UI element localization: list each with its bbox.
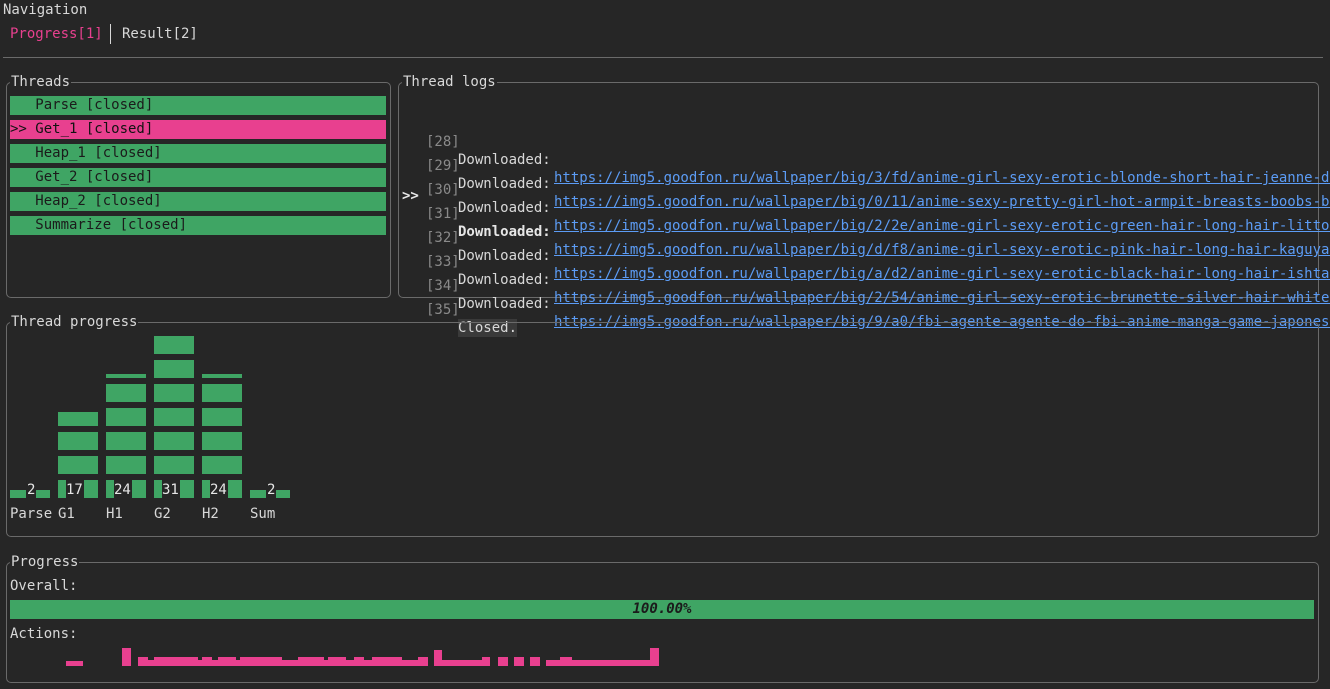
nav-separator bbox=[3, 57, 1323, 58]
overall-label: Overall: bbox=[10, 578, 78, 594]
log-row[interactable]: [33] Downloaded: https://img5.goodfon.ru… bbox=[0, 217, 1330, 306]
action-mark bbox=[282, 660, 298, 666]
thread-item-heap-1[interactable]: Heap_1 [closed] bbox=[10, 144, 386, 163]
log-text: Downloaded: bbox=[458, 248, 560, 264]
thread-item-get-1[interactable]: >> Get_1 [closed] bbox=[10, 120, 386, 139]
overall-gauge: 100.00% bbox=[10, 600, 1314, 619]
action-mark bbox=[364, 660, 372, 666]
log-text: Downloaded: bbox=[458, 176, 560, 192]
thread-item-heap-2[interactable]: Heap_2 [closed] bbox=[10, 192, 386, 211]
action-mark bbox=[202, 657, 212, 666]
log-row-selected[interactable]: >> [31] Downloaded: https://img5.goodfon… bbox=[0, 169, 1330, 258]
overall-gauge-percent: 100.00% bbox=[632, 601, 692, 617]
action-mark bbox=[372, 657, 402, 666]
progress-title: Progress bbox=[10, 554, 80, 570]
log-text: Downloaded: bbox=[458, 152, 560, 168]
action-mark bbox=[482, 657, 490, 666]
thread-item-get-2[interactable]: Get_2 [closed] bbox=[10, 168, 386, 187]
action-mark bbox=[122, 648, 131, 666]
action-mark bbox=[560, 657, 572, 666]
log-link[interactable]: https://img5.goodfon.ru/wallpaper/big/3/… bbox=[554, 169, 1330, 187]
log-row[interactable]: [32] Downloaded: https://img5.goodfon.ru… bbox=[0, 193, 1330, 282]
action-mark bbox=[154, 657, 198, 666]
thread-item-summarize[interactable]: Summarize [closed] bbox=[10, 216, 386, 235]
thread-progress-panel bbox=[6, 322, 1319, 537]
action-mark bbox=[328, 657, 346, 666]
log-row[interactable]: [35] Closed. bbox=[0, 265, 518, 337]
action-mark bbox=[298, 657, 324, 666]
actions-label: Actions: bbox=[10, 626, 78, 642]
log-number: [31] bbox=[426, 206, 460, 222]
action-mark bbox=[572, 660, 650, 666]
action-mark bbox=[498, 657, 508, 666]
log-number: [28] bbox=[426, 134, 460, 150]
action-mark bbox=[218, 657, 236, 666]
log-link[interactable]: https://img5.goodfon.ru/wallpaper/big/2/… bbox=[554, 217, 1330, 235]
action-mark bbox=[546, 660, 560, 666]
action-mark bbox=[66, 661, 83, 666]
action-mark bbox=[402, 660, 418, 666]
log-number: [33] bbox=[426, 254, 460, 270]
threads-title: Threads bbox=[10, 74, 72, 90]
action-mark bbox=[418, 657, 428, 666]
action-mark bbox=[650, 648, 659, 666]
thread-progress-title: Thread progress bbox=[10, 314, 139, 330]
log-number: [32] bbox=[426, 230, 460, 246]
action-mark bbox=[346, 660, 354, 666]
log-text: Downloaded: bbox=[458, 272, 560, 288]
thread-logs-title: Thread logs bbox=[402, 74, 497, 90]
log-row[interactable]: [28] Downloaded: https://img5.goodfon.ru… bbox=[0, 97, 1330, 186]
log-link[interactable]: https://img5.goodfon.ru/wallpaper/big/a/… bbox=[554, 265, 1330, 283]
log-number: [35] bbox=[426, 302, 460, 318]
action-mark bbox=[240, 657, 282, 666]
action-mark bbox=[434, 650, 442, 666]
action-mark bbox=[354, 657, 364, 666]
tab-result[interactable]: Result[2] bbox=[122, 25, 198, 43]
log-link[interactable]: https://img5.goodfon.ru/wallpaper/big/d/… bbox=[554, 241, 1330, 259]
log-number: [34] bbox=[426, 278, 460, 294]
thread-item-parse[interactable]: Parse [closed] bbox=[10, 96, 386, 115]
log-link[interactable]: https://img5.goodfon.ru/wallpaper/big/0/… bbox=[554, 193, 1330, 211]
action-mark bbox=[138, 657, 148, 666]
log-marker: >> bbox=[402, 188, 419, 204]
log-number: [30] bbox=[426, 182, 460, 198]
log-row[interactable]: [29] Downloaded: https://img5.goodfon.ru… bbox=[0, 121, 1330, 210]
action-mark bbox=[442, 660, 482, 666]
action-mark bbox=[530, 657, 540, 666]
log-text: Downloaded: bbox=[458, 296, 560, 312]
tab-progress[interactable]: Progress[1] bbox=[10, 25, 103, 43]
log-row[interactable]: [30] Downloaded: https://img5.goodfon.ru… bbox=[0, 145, 1330, 234]
log-text: Downloaded: bbox=[458, 200, 560, 216]
log-text: Downloaded: bbox=[458, 224, 560, 240]
log-link[interactable]: https://img5.goodfon.ru/wallpaper/big/2/… bbox=[554, 289, 1330, 307]
action-mark bbox=[514, 657, 524, 666]
log-row[interactable]: [34] Downloaded: https://img5.goodfon.ru… bbox=[0, 241, 1330, 330]
tab-divider bbox=[110, 24, 111, 44]
navigation-title: Navigation bbox=[3, 2, 88, 18]
log-number: [29] bbox=[426, 158, 460, 174]
